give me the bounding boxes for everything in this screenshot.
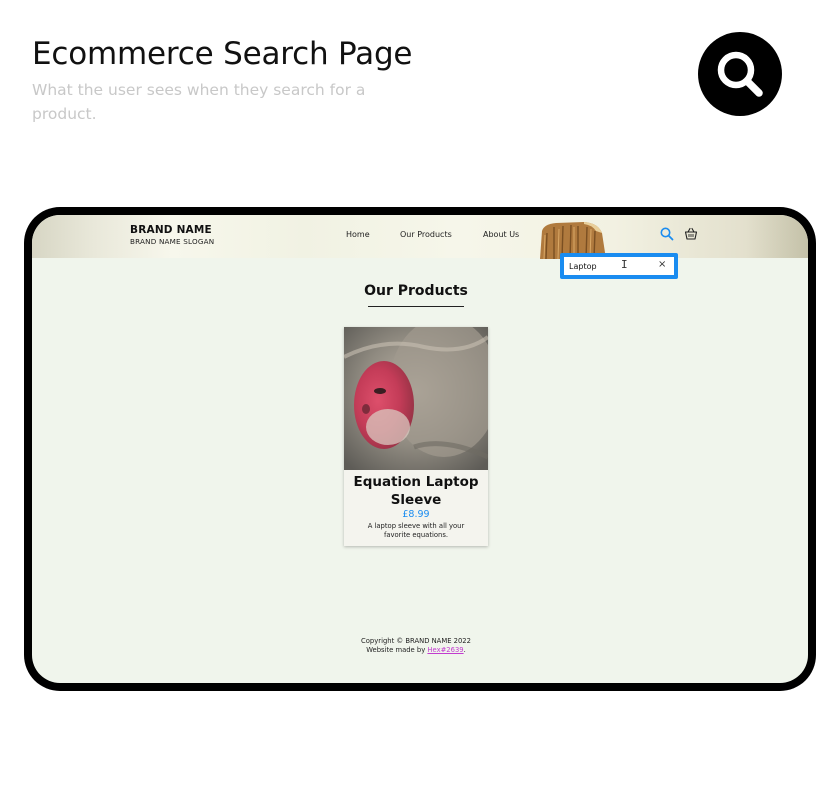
footer-credit-suffix: . (463, 646, 466, 654)
footer-credit: Website made by Hex#2639. (32, 646, 800, 655)
heading-underline (368, 306, 464, 307)
header-search-icon[interactable] (660, 227, 674, 241)
product-price: £8.99 (402, 509, 430, 520)
product-image (344, 327, 488, 470)
website-screen: BRAND NAME BRAND NAME SLOGAN Home Our Pr… (32, 215, 808, 683)
product-name: Equation Laptop Sleeve (353, 474, 479, 508)
brand-name: BRAND NAME (130, 224, 212, 236)
footer-copyright: Copyright © BRAND NAME 2022 (361, 637, 471, 645)
search-clear-button[interactable]: × (658, 259, 666, 271)
search-icon (717, 51, 763, 97)
page-title: Ecommerce Search Page (32, 36, 413, 72)
site-header: BRAND NAME BRAND NAME SLOGAN Home Our Pr… (32, 215, 808, 259)
brand[interactable]: BRAND NAME BRAND NAME SLOGAN (130, 224, 214, 246)
device-frame: BRAND NAME BRAND NAME SLOGAN Home Our Pr… (24, 207, 816, 691)
text-cursor-icon: I (621, 258, 628, 271)
search-popup: I × (560, 253, 678, 279)
product-description: A laptop sleeve with all your favorite e… (367, 522, 465, 539)
nav-home[interactable]: Home (346, 230, 370, 239)
nav-about-us[interactable]: About Us (483, 230, 519, 239)
page-subtitle: What the user sees when they search for … (32, 81, 366, 123)
brand-slogan: BRAND NAME SLOGAN (130, 237, 215, 246)
site-footer: Copyright © BRAND NAME 2022 Website made… (32, 637, 800, 655)
footer-credit-prefix: Website made by (366, 646, 428, 654)
product-card[interactable]: Equation Laptop Sleeve £8.99 A laptop sl… (344, 327, 488, 546)
products-heading: Our Products (364, 283, 468, 299)
nav-our-products[interactable]: Our Products (400, 230, 452, 239)
basket-icon[interactable] (684, 227, 698, 241)
author-link[interactable]: Hex#2639 (427, 646, 463, 654)
search-badge (698, 32, 782, 116)
